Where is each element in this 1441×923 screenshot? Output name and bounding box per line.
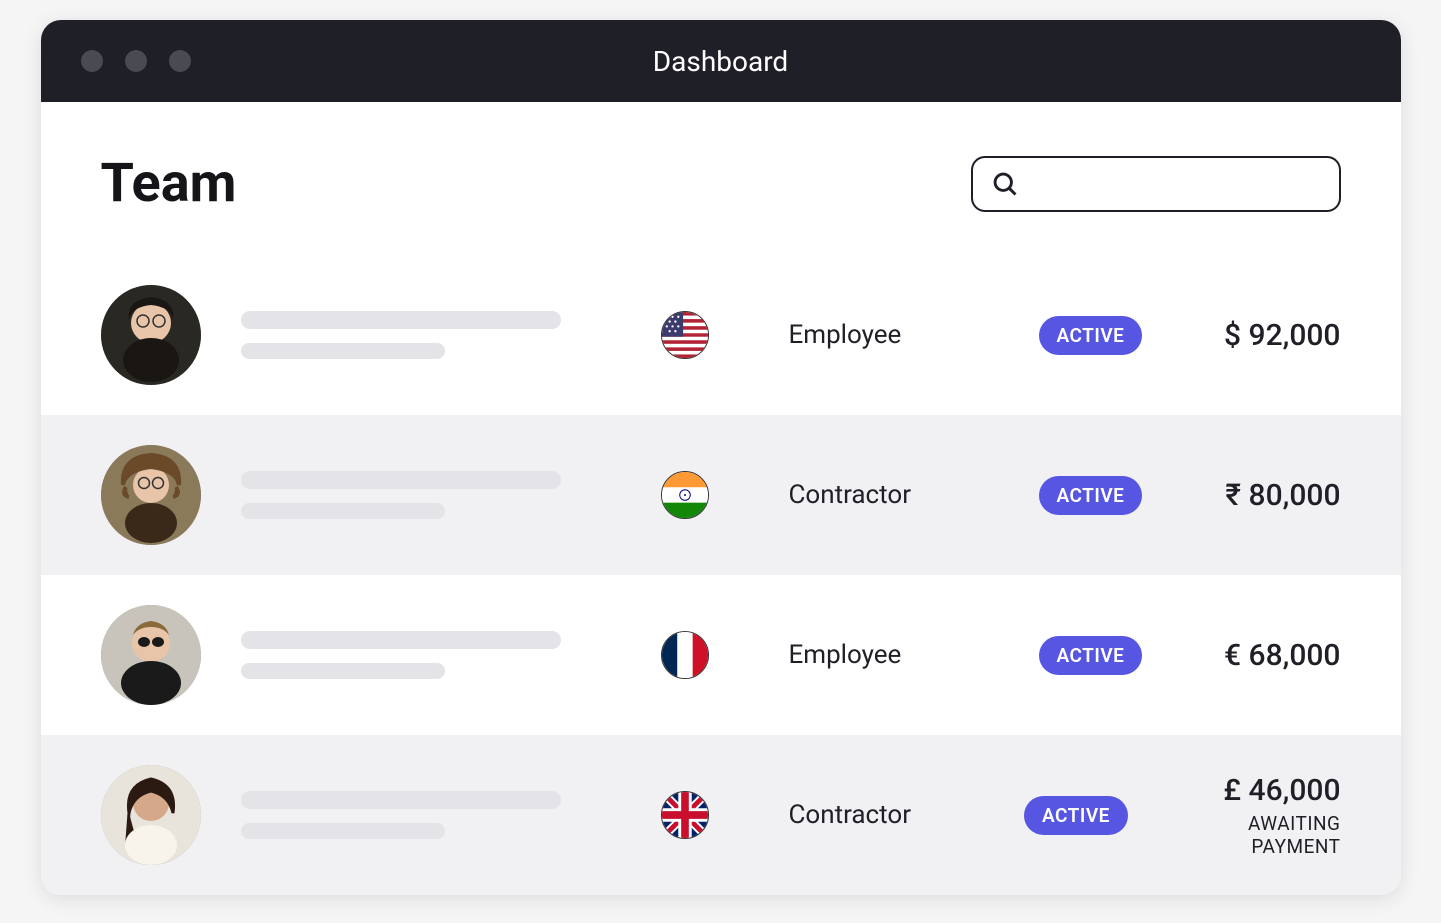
status-badge: ACTIVE xyxy=(1039,636,1143,675)
salary-status: AWAITING PAYMENT xyxy=(1168,812,1341,858)
skeleton-line xyxy=(241,791,561,809)
page-title: Team xyxy=(101,152,237,215)
skeleton-line xyxy=(241,343,446,359)
flag-france-icon xyxy=(661,631,709,679)
titlebar: Dashboard xyxy=(41,20,1401,102)
skeleton-line xyxy=(241,311,561,329)
flag-india-icon xyxy=(661,471,709,519)
salary-block: ₹ 80,000 xyxy=(1225,478,1340,513)
salary-amount: ₹ 80,000 xyxy=(1225,478,1340,513)
name-placeholder xyxy=(241,631,561,679)
team-row[interactable]: Contractor ACTIVE ₹ 80,000 xyxy=(41,415,1401,575)
name-placeholder xyxy=(241,791,561,839)
status-badge: ACTIVE xyxy=(1024,796,1128,835)
salary-amount: € 68,000 xyxy=(1224,638,1340,673)
salary-block: $ 92,000 xyxy=(1224,318,1340,353)
avatar xyxy=(101,285,201,385)
search-input[interactable] xyxy=(1029,173,1321,194)
search-icon xyxy=(991,170,1019,198)
team-row[interactable]: Contractor ACTIVE £ 46,000 AWAITING PAYM… xyxy=(41,735,1401,895)
salary-block: € 68,000 xyxy=(1224,638,1340,673)
role-label: Employee xyxy=(789,320,979,350)
avatar xyxy=(101,605,201,705)
flag-uk-icon xyxy=(661,791,709,839)
skeleton-line xyxy=(241,471,561,489)
app-window: Dashboard Team xyxy=(41,20,1401,895)
team-list: Employee ACTIVE $ 92,000 xyxy=(41,255,1401,895)
content-area: Team xyxy=(41,102,1401,895)
skeleton-line xyxy=(241,823,446,839)
maximize-window-button[interactable] xyxy=(169,50,191,72)
name-placeholder xyxy=(241,311,561,359)
salary-amount: £ 46,000 xyxy=(1168,773,1341,808)
close-window-button[interactable] xyxy=(81,50,103,72)
skeleton-line xyxy=(241,663,446,679)
role-label: Contractor xyxy=(789,800,965,830)
team-row[interactable]: Employee ACTIVE $ 92,000 xyxy=(41,255,1401,415)
name-placeholder xyxy=(241,471,561,519)
status-badge: ACTIVE xyxy=(1039,476,1143,515)
minimize-window-button[interactable] xyxy=(125,50,147,72)
role-label: Contractor xyxy=(789,480,979,510)
salary-amount: $ 92,000 xyxy=(1224,318,1340,353)
skeleton-line xyxy=(241,631,561,649)
avatar xyxy=(101,765,201,865)
role-label: Employee xyxy=(789,640,979,670)
page-header: Team xyxy=(41,102,1401,255)
avatar xyxy=(101,445,201,545)
flag-usa-icon xyxy=(661,311,709,359)
status-badge: ACTIVE xyxy=(1039,316,1143,355)
search-box[interactable] xyxy=(971,156,1341,212)
traffic-lights xyxy=(81,50,191,72)
window-title: Dashboard xyxy=(653,45,788,78)
skeleton-line xyxy=(241,503,446,519)
salary-block: £ 46,000 AWAITING PAYMENT xyxy=(1168,773,1341,858)
team-row[interactable]: Employee ACTIVE € 68,000 xyxy=(41,575,1401,735)
